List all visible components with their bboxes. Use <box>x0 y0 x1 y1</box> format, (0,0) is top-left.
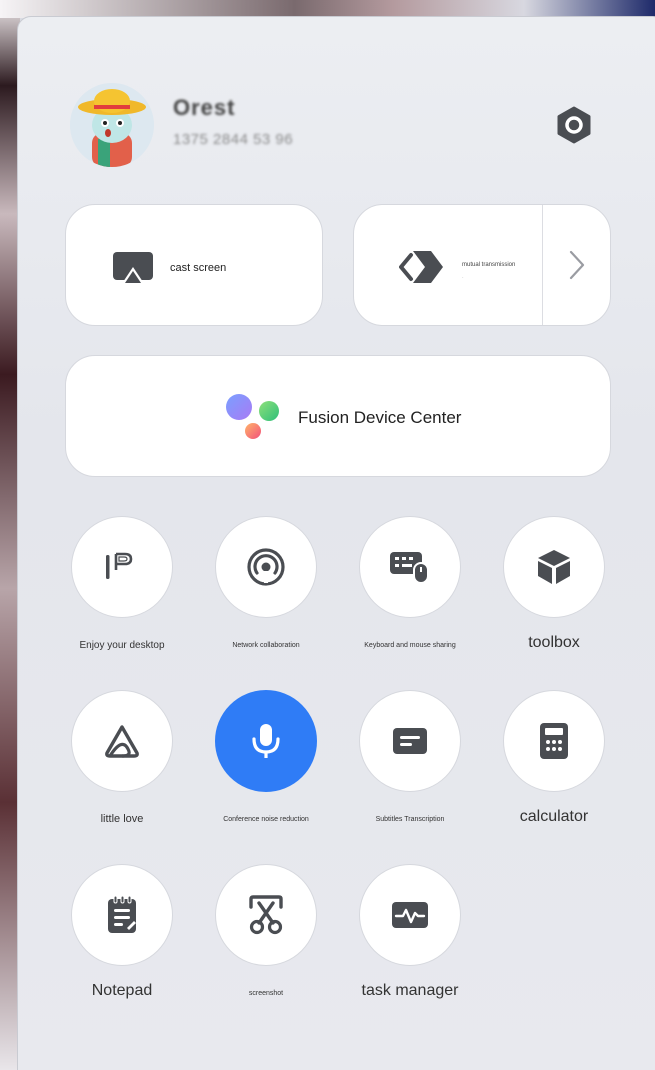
tile-label: little love <box>100 813 144 825</box>
tile-label: screenshot <box>248 990 284 997</box>
tile-label: Notepad <box>91 982 153 999</box>
tile-label: toolbox <box>528 634 580 651</box>
tile-label: task manager <box>361 982 459 999</box>
pulse-monitor-icon <box>392 902 428 928</box>
mutual-transmission-button[interactable]: mutual transmission · <box>354 205 542 325</box>
parallels-icon <box>106 552 133 579</box>
cast-screen-icon <box>113 252 153 285</box>
fusion-device-center-label: Fusion Device Center <box>298 408 462 427</box>
user-name: Orest <box>173 95 236 120</box>
cast-screen-card[interactable]: cast screen <box>65 204 323 326</box>
microphone-icon <box>252 724 280 758</box>
fusion-device-center-card[interactable]: Fusion Device Center <box>65 355 611 477</box>
mutual-transmission-sub: · <box>462 275 464 281</box>
tile-label: Keyboard and mouse sharing <box>364 642 456 649</box>
tile-circle <box>215 690 317 792</box>
tile-circle <box>71 864 173 966</box>
tile-keyboard-mouse-sharing[interactable]: Keyboard and mouse sharing <box>358 516 462 649</box>
tile-circle <box>503 690 605 792</box>
tile-label: Subtitles Transcription <box>375 816 445 823</box>
little-love-icon <box>105 725 139 758</box>
cast-screen-label: cast screen <box>170 262 227 274</box>
gear-icon <box>557 106 591 144</box>
calculator-icon <box>540 723 568 759</box>
keyboard-mouse-icon <box>390 552 429 584</box>
tile-toolbox[interactable]: toolbox <box>502 516 606 652</box>
tile-network-collaboration[interactable]: Network collaboration <box>214 516 318 649</box>
broadcast-icon <box>247 548 285 586</box>
tile-circle <box>503 516 605 618</box>
cube-icon <box>538 550 570 584</box>
subtitles-icon <box>393 728 427 754</box>
avatar[interactable] <box>70 83 154 167</box>
tile-enjoy-your-desktop[interactable]: Enjoy your desktop <box>70 516 174 651</box>
notepad-icon <box>108 895 136 933</box>
tile-notepad[interactable]: Notepad <box>70 864 174 1000</box>
tile-circle <box>215 864 317 966</box>
chevron-right-icon <box>569 250 585 280</box>
tile-label: Enjoy your desktop <box>79 640 165 651</box>
user-id: 1375 2844 53 96 <box>173 131 294 148</box>
tile-circle <box>215 516 317 618</box>
tile-label: calculator <box>519 808 589 825</box>
transmission-icon <box>399 251 443 283</box>
mutual-transmission-card: mutual transmission · <box>353 204 611 326</box>
tile-screenshot[interactable]: screenshot <box>214 864 318 997</box>
tile-label: Conference noise reduction <box>223 816 309 823</box>
tile-circle <box>359 864 461 966</box>
mutual-transmission-label: mutual transmission <box>462 262 516 268</box>
tile-circle <box>359 690 461 792</box>
tile-little-love[interactable]: little love <box>70 690 174 825</box>
tile-circle <box>359 516 461 618</box>
tile-task-manager[interactable]: task manager <box>358 864 462 1000</box>
settings-button[interactable] <box>553 104 595 146</box>
scissors-icon <box>249 895 283 935</box>
tile-subtitles-transcription[interactable]: Subtitles Transcription <box>358 690 462 823</box>
fusion-logo-icon <box>226 394 279 439</box>
tile-calculator[interactable]: calculator <box>502 690 606 826</box>
tile-circle <box>71 690 173 792</box>
tile-conference-noise-reduction[interactable]: Conference noise reduction <box>214 690 318 823</box>
tile-circle <box>71 516 173 618</box>
mutual-transmission-expand-button[interactable] <box>543 205 611 325</box>
tile-label: Network collaboration <box>232 642 300 649</box>
